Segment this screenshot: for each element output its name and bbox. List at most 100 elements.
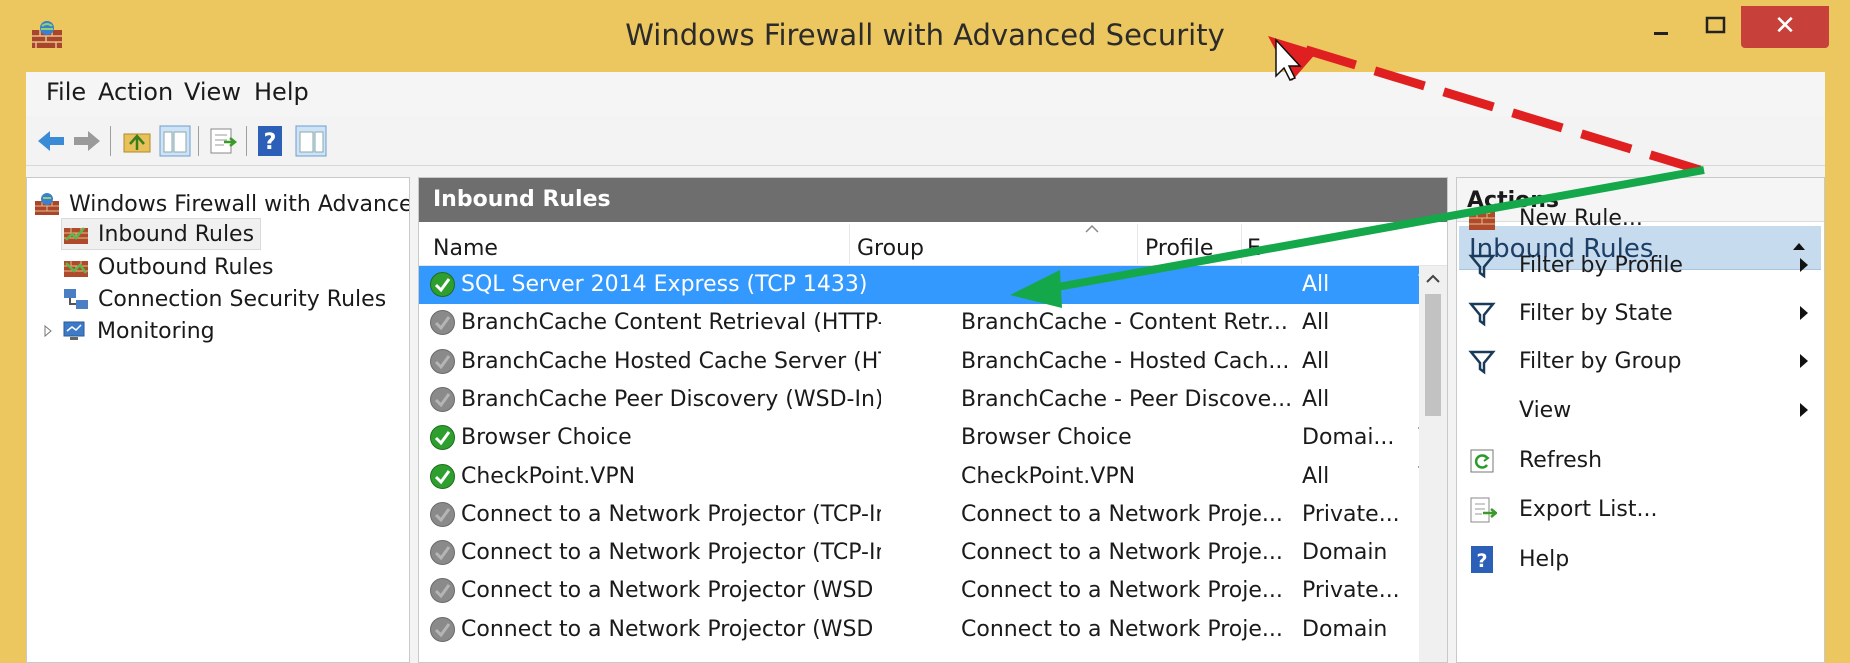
rule-row[interactable]: Connect to a Network Projector (WSD Ev..… bbox=[419, 611, 1434, 649]
submenu-arrow-icon bbox=[1800, 403, 1808, 417]
rule-row[interactable]: Connect to a Network Projector (TCP-In) C… bbox=[419, 534, 1434, 572]
rule-profile: Private... bbox=[1302, 501, 1400, 527]
scroll-up-icon[interactable] bbox=[1419, 266, 1447, 292]
rule-row[interactable]: SQL Server 2014 Express (TCP 1433)AllY bbox=[419, 266, 1431, 304]
rule-profile: All bbox=[1302, 310, 1330, 336]
expand-arrow-icon[interactable] bbox=[41, 324, 55, 338]
rule-profile: All bbox=[1302, 272, 1330, 297]
outbound-rules-icon bbox=[64, 261, 88, 277]
submenu-arrow-icon bbox=[1800, 354, 1808, 368]
app-window: Windows Firewall with Advanced Security … bbox=[0, 0, 1850, 663]
tree-item-inbound-rules[interactable]: Inbound Rules bbox=[61, 218, 262, 250]
rule-profile: Private... bbox=[1302, 578, 1400, 604]
connection-security-icon bbox=[64, 289, 88, 309]
console-tree: Windows Firewall with Advanced Security … bbox=[26, 177, 410, 663]
tree-item-outbound-rules[interactable]: Outbound Rules bbox=[62, 251, 274, 283]
rule-name: BranchCache Content Retrieval (HTTP-In) bbox=[461, 310, 881, 336]
show-hide-action-pane-icon[interactable] bbox=[294, 124, 328, 158]
inbound-rules-icon bbox=[64, 227, 88, 244]
help-icon[interactable]: ? bbox=[254, 124, 288, 158]
rule-profile: All bbox=[1302, 348, 1330, 374]
toolbar-separator bbox=[110, 126, 111, 156]
rule-row[interactable]: BranchCache Peer Discovery (WSD-In) Branc… bbox=[419, 381, 1434, 419]
menu-action[interactable]: Action bbox=[98, 78, 173, 106]
action-help[interactable]: ? Help bbox=[1467, 538, 1817, 580]
firewall-icon bbox=[35, 193, 59, 215]
rule-row[interactable]: Connect to a Network Projector (TCP-In) C… bbox=[419, 496, 1434, 534]
rule-group: BranchCache - Content Retr... bbox=[961, 310, 1288, 336]
action-label: Help bbox=[1519, 546, 1570, 572]
maximize-button[interactable] bbox=[1690, 6, 1742, 48]
export-icon bbox=[1470, 497, 1497, 523]
action-export-list[interactable]: Export List... bbox=[1467, 488, 1817, 530]
title-bar[interactable]: Windows Firewall with Advanced Security … bbox=[0, 0, 1850, 72]
rule-group: Connect to a Network Proje... bbox=[961, 578, 1283, 604]
column-divider[interactable] bbox=[1241, 224, 1242, 264]
action-label: New Rule... bbox=[1519, 205, 1643, 231]
submenu-arrow-icon bbox=[1800, 258, 1808, 272]
rule-row[interactable]: Connect to a Network Projector (WSD Ev..… bbox=[419, 572, 1434, 610]
window-title: Windows Firewall with Advanced Security bbox=[625, 18, 1225, 52]
rule-name: Connect to a Network Projector (TCP-In) bbox=[461, 501, 881, 527]
toolbar-separator bbox=[198, 126, 199, 156]
rules-list-pane: Inbound Rules Name Group Profile E SQL S… bbox=[418, 177, 1448, 663]
rule-row[interactable]: BranchCache Hosted Cache Server (HTT... B… bbox=[419, 343, 1434, 381]
tree-item-connection-security-rules[interactable]: Connection Security Rules bbox=[62, 283, 386, 315]
sort-ascending-icon bbox=[1085, 224, 1099, 233]
rule-name: BranchCache Peer Discovery (WSD-In) bbox=[461, 386, 881, 412]
show-hide-console-tree-icon[interactable] bbox=[158, 124, 192, 158]
rule-enabled-icon bbox=[430, 425, 455, 451]
action-label: Filter by Group bbox=[1519, 348, 1682, 374]
back-arrow-icon[interactable] bbox=[34, 124, 68, 158]
action-filter-by-group[interactable]: Filter by Group bbox=[1467, 340, 1817, 382]
column-header-name[interactable]: Name bbox=[433, 236, 498, 261]
scrollbar-thumb[interactable] bbox=[1425, 294, 1441, 416]
help-icon: ? bbox=[1471, 546, 1493, 573]
column-divider[interactable] bbox=[1137, 224, 1138, 264]
menu-file[interactable]: File bbox=[46, 78, 86, 106]
rule-enabled-icon bbox=[430, 463, 455, 489]
tree-item-label: Inbound Rules bbox=[98, 221, 255, 247]
action-new-rule[interactable]: New Rule... bbox=[1467, 197, 1817, 239]
close-button[interactable]: ✕ bbox=[1741, 6, 1829, 48]
rule-row[interactable]: BranchCache Content Retrieval (HTTP-In) B… bbox=[419, 304, 1434, 342]
toolbar-separator bbox=[246, 126, 247, 156]
column-header-profile[interactable]: Profile bbox=[1145, 236, 1213, 261]
rule-row[interactable]: CheckPoint.VPNCheckPoint.VPNAllY bbox=[419, 458, 1431, 496]
action-label: Filter by Profile bbox=[1519, 252, 1683, 278]
rule-name: Connect to a Network Projector (WSD Ev..… bbox=[461, 578, 881, 604]
filter-icon bbox=[1468, 350, 1496, 375]
column-header-group[interactable]: Group bbox=[857, 236, 924, 261]
rule-group: BranchCache - Peer Discove... bbox=[961, 386, 1291, 412]
menu-help[interactable]: Help bbox=[254, 78, 309, 106]
rule-disabled-icon bbox=[430, 578, 455, 604]
rule-group: BranchCache - Hosted Cach... bbox=[961, 348, 1290, 374]
column-header-enabled[interactable]: E bbox=[1247, 236, 1261, 261]
rule-group: Browser Choice bbox=[961, 425, 1132, 451]
tree-root[interactable]: Windows Firewall with Advanced Security bbox=[33, 188, 409, 220]
filter-icon bbox=[1468, 254, 1496, 279]
rule-group: Connect to a Network Proje... bbox=[961, 501, 1283, 527]
rule-profile: Domain bbox=[1302, 616, 1388, 642]
minimize-button[interactable] bbox=[1640, 6, 1682, 48]
action-filter-by-state[interactable]: Filter by State bbox=[1467, 292, 1817, 334]
tree-item-label: Connection Security Rules bbox=[98, 286, 387, 312]
tree-item-monitoring[interactable]: Monitoring bbox=[41, 315, 215, 347]
export-list-icon[interactable] bbox=[206, 124, 240, 158]
action-view[interactable]: View bbox=[1467, 389, 1817, 431]
action-label: Export List... bbox=[1519, 496, 1658, 522]
forward-arrow-icon[interactable] bbox=[70, 124, 104, 158]
rule-row[interactable]: Browser ChoiceBrowser ChoiceDomai...Y bbox=[419, 419, 1431, 457]
menu-bar: File Action View Help bbox=[26, 72, 1825, 116]
rules-pane-header: Inbound Rules bbox=[419, 178, 1447, 222]
action-refresh[interactable]: Refresh bbox=[1467, 439, 1817, 481]
menu-view[interactable]: View bbox=[184, 78, 241, 106]
column-divider[interactable] bbox=[849, 224, 850, 264]
tree-item-label: Outbound Rules bbox=[98, 254, 274, 280]
up-folder-icon[interactable] bbox=[120, 124, 154, 158]
rule-profile: All bbox=[1302, 386, 1330, 412]
vertical-scrollbar[interactable] bbox=[1419, 266, 1447, 662]
column-header-row: Name Group Profile E bbox=[419, 222, 1447, 266]
rule-name: BranchCache Hosted Cache Server (HTT... bbox=[461, 348, 881, 374]
action-filter-by-profile[interactable]: Filter by Profile bbox=[1467, 244, 1817, 286]
